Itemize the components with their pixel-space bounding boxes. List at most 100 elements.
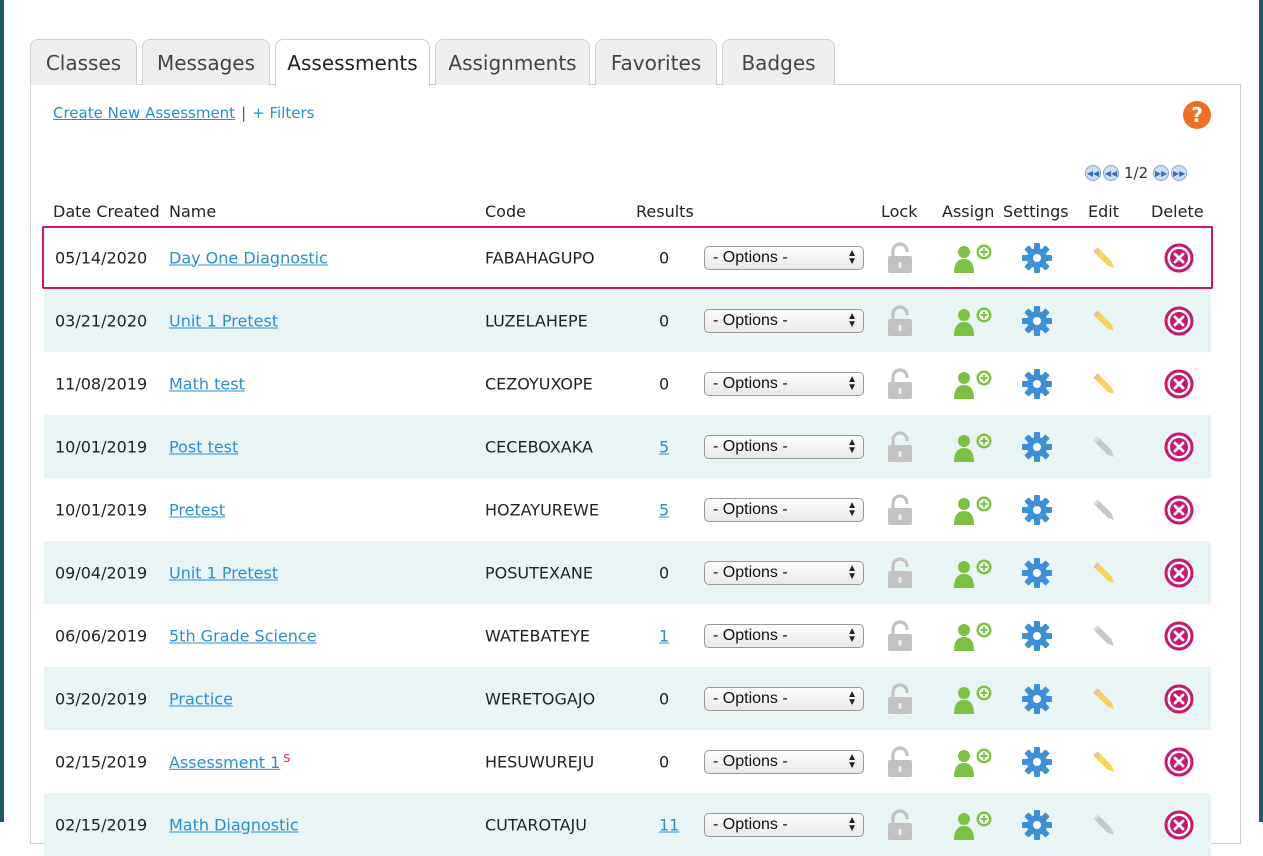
- column-header-date[interactable]: Date Created: [53, 202, 160, 221]
- select-arrows-icon: ▲ ▼: [847, 751, 857, 771]
- results-link[interactable]: 11: [659, 815, 679, 834]
- edit-pencil-icon[interactable]: [1089, 684, 1119, 714]
- lock-icon[interactable]: [885, 367, 915, 400]
- delete-icon[interactable]: [1163, 494, 1195, 526]
- gear-icon[interactable]: [1022, 683, 1052, 714]
- assessment-name-link[interactable]: Post test: [169, 437, 238, 456]
- assign-user-icon[interactable]: [953, 558, 997, 588]
- assessment-name-link[interactable]: Assessment 1: [169, 753, 280, 772]
- options-select[interactable]: - Options - ▲ ▼: [704, 812, 864, 837]
- lock-icon[interactable]: [885, 808, 915, 841]
- delete-icon[interactable]: [1163, 683, 1195, 715]
- assign-user-icon[interactable]: [953, 243, 997, 273]
- assign-user-icon[interactable]: [953, 747, 997, 777]
- edit-pencil-icon[interactable]: [1089, 747, 1119, 777]
- edit-pencil-icon[interactable]: [1089, 558, 1119, 588]
- tab-messages[interactable]: Messages: [142, 39, 270, 85]
- assessment-name-link[interactable]: Practice: [169, 689, 233, 708]
- table-row: 03/21/2020 Unit 1 Pretest LUZELAHEPE 0 - Opt…: [44, 289, 1211, 352]
- edit-pencil-icon[interactable]: [1089, 432, 1119, 462]
- gear-icon[interactable]: [1022, 620, 1052, 651]
- results-link[interactable]: 1: [659, 626, 669, 645]
- date-created: 10/01/2019: [55, 500, 148, 519]
- last-page-icon[interactable]: ▶▶: [1171, 165, 1188, 181]
- delete-icon[interactable]: [1163, 431, 1195, 463]
- assessment-name: 5th Grade Science: [169, 626, 317, 645]
- assessment-code: CUTAROTAJU: [485, 815, 587, 834]
- assessment-name-link[interactable]: Unit 1 Pretest: [169, 311, 278, 330]
- column-header-results[interactable]: Results: [636, 202, 694, 221]
- gear-icon[interactable]: [1022, 746, 1052, 777]
- filters-toggle[interactable]: + Filters: [252, 104, 314, 122]
- gear-icon[interactable]: [1022, 242, 1052, 273]
- options-select[interactable]: - Options - ▲ ▼: [704, 749, 864, 774]
- assessment-name-link[interactable]: Unit 1 Pretest: [169, 563, 278, 582]
- options-select[interactable]: - Options - ▲ ▼: [704, 686, 864, 711]
- assign-user-icon[interactable]: [953, 369, 997, 399]
- lock-icon[interactable]: [885, 556, 915, 589]
- gear-icon[interactable]: [1022, 431, 1052, 462]
- lock-icon[interactable]: [885, 682, 915, 715]
- edit-pencil-icon[interactable]: [1089, 369, 1119, 399]
- assessment-name-link[interactable]: Math test: [169, 374, 245, 393]
- lock-icon[interactable]: [885, 745, 915, 778]
- options-select[interactable]: - Options - ▲ ▼: [704, 623, 864, 648]
- lock-icon[interactable]: [885, 241, 915, 274]
- delete-icon[interactable]: [1163, 557, 1195, 589]
- assessment-name-link[interactable]: Math Diagnostic: [169, 815, 299, 834]
- assessment-name-link[interactable]: 5th Grade Science: [169, 626, 317, 645]
- tab-badges[interactable]: Badges: [722, 39, 835, 85]
- assign-user-icon[interactable]: [953, 810, 997, 840]
- edit-pencil-icon[interactable]: [1089, 306, 1119, 336]
- options-select[interactable]: - Options - ▲ ▼: [704, 308, 864, 333]
- tab-assessments[interactable]: Assessments: [275, 39, 430, 86]
- next-page-icon[interactable]: ▶▶: [1153, 165, 1170, 181]
- assessment-name-link[interactable]: Pretest: [169, 500, 225, 519]
- options-select[interactable]: - Options - ▲ ▼: [704, 497, 864, 522]
- tab-assignments[interactable]: Assignments: [435, 39, 590, 85]
- column-header-assign: Assign: [942, 202, 995, 221]
- assessment-name-link[interactable]: Day One Diagnostic: [169, 248, 328, 267]
- gear-icon[interactable]: [1022, 368, 1052, 399]
- delete-icon[interactable]: [1163, 242, 1195, 274]
- column-header-name[interactable]: Name: [169, 202, 216, 221]
- assign-user-icon[interactable]: [953, 306, 997, 336]
- create-new-assessment-link[interactable]: Create New Assessment: [53, 104, 235, 122]
- gear-icon[interactable]: [1022, 494, 1052, 525]
- help-icon[interactable]: ?: [1183, 101, 1211, 129]
- assessment-name: Math Diagnostic: [169, 815, 299, 834]
- column-header-settings: Settings: [1003, 202, 1069, 221]
- delete-icon[interactable]: [1163, 809, 1195, 841]
- tab-favorites[interactable]: Favorites: [595, 39, 717, 85]
- lock-icon[interactable]: [885, 304, 915, 337]
- results-cell: 0: [659, 311, 669, 330]
- lock-icon[interactable]: [885, 493, 915, 526]
- results-link[interactable]: 5: [659, 500, 669, 519]
- gear-icon[interactable]: [1022, 305, 1052, 336]
- assign-user-icon[interactable]: [953, 432, 997, 462]
- assign-user-icon[interactable]: [953, 621, 997, 651]
- assign-user-icon[interactable]: [953, 684, 997, 714]
- assign-user-icon[interactable]: [953, 495, 997, 525]
- edit-pencil-icon[interactable]: [1089, 621, 1119, 651]
- results-link[interactable]: 5: [659, 437, 669, 456]
- lock-icon[interactable]: [885, 619, 915, 652]
- options-select[interactable]: - Options - ▲ ▼: [704, 245, 864, 270]
- delete-icon[interactable]: [1163, 620, 1195, 652]
- edit-pencil-icon[interactable]: [1089, 243, 1119, 273]
- edit-pencil-icon[interactable]: [1089, 810, 1119, 840]
- gear-icon[interactable]: [1022, 557, 1052, 588]
- options-select[interactable]: - Options - ▲ ▼: [704, 434, 864, 459]
- options-select[interactable]: - Options - ▲ ▼: [704, 371, 864, 396]
- first-page-icon[interactable]: ◀◀: [1085, 165, 1101, 181]
- delete-icon[interactable]: [1163, 305, 1195, 337]
- prev-page-icon[interactable]: ◀◀: [1103, 165, 1119, 181]
- tab-classes[interactable]: Classes: [30, 39, 137, 85]
- delete-icon[interactable]: [1163, 368, 1195, 400]
- delete-icon[interactable]: [1163, 746, 1195, 778]
- column-header-code[interactable]: Code: [485, 202, 526, 221]
- edit-pencil-icon[interactable]: [1089, 495, 1119, 525]
- options-select[interactable]: - Options - ▲ ▼: [704, 560, 864, 585]
- gear-icon[interactable]: [1022, 809, 1052, 840]
- lock-icon[interactable]: [885, 430, 915, 463]
